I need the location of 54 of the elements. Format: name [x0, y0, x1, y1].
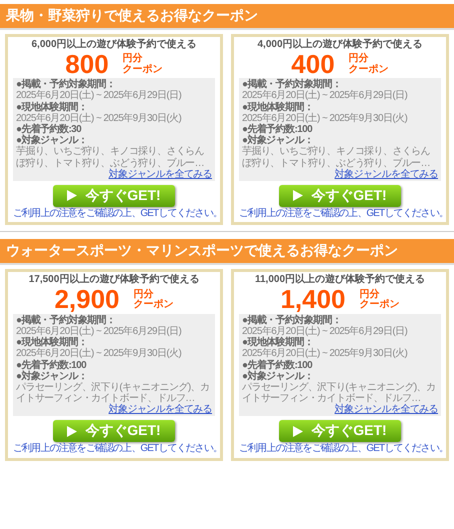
detail-heading: ●対象ジャンル： — [16, 370, 88, 382]
detail-heading: ●先着予約数:100 — [242, 360, 314, 371]
section-header: ウォータースポーツ・マリンスポーツで使えるお得なクーポン — [0, 239, 454, 266]
coupon-condition: 4,000円以上の遊び体験予約で使える — [256, 39, 424, 51]
coupon-condition: 6,000円以上の遊び体験予約で使える — [30, 39, 198, 51]
coupon-unit: クーポン — [134, 300, 174, 311]
section-header: 果物・野菜狩りで使えるお得なクーポン — [0, 4, 454, 30]
all-genres-link[interactable]: 対象ジャンルを全てみる — [108, 404, 212, 416]
detail-heading: ●掲載・予約対象期間： — [242, 79, 342, 90]
usage-note: ご利用上の注意をご確認の上、GETしてください。 — [13, 443, 215, 455]
detail-text: 2025年6月20日(土) ~ 2025年9月30日(火) — [242, 348, 408, 360]
coupon-amount: 400 — [291, 51, 335, 78]
detail-text: 2025年6月20日(土) ~ 2025年6月29日(日) — [242, 326, 408, 337]
detail-text: 2025年6月20日(土) ~ 2025年9月30日(火) — [16, 348, 182, 360]
detail-text: 2025年6月20日(土) ~ 2025年6月29日(日) — [16, 326, 182, 337]
detail-heading: ●掲載・予約対象期間： — [16, 314, 116, 326]
coupon-unit: 円分 — [122, 54, 143, 64]
detail-heading: ●対象ジャンル： — [16, 135, 88, 146]
coupon-unit: 円分 — [360, 290, 380, 300]
detail-text: パラセーリング、沢下り(キャニオニング)、カイトサーフィン・カイトボード、ドルフ… — [242, 382, 436, 404]
detail-text: パラセーリング、沢下り(キャニオニング)、カイトサーフィン・カイトボード、ドルフ… — [16, 382, 210, 404]
coupon-amount: 2,900 — [54, 286, 120, 314]
coupon-amount: 1,400 — [280, 286, 346, 314]
detail-text: 2025年6月20日(土) ~ 2025年9月30日(火) — [16, 112, 182, 124]
all-genres-link[interactable]: 対象ジャンルを全てみる — [108, 168, 212, 180]
detail-heading: ●現地体験期間： — [242, 102, 314, 113]
detail-heading: ●先着予約数:30 — [16, 124, 82, 136]
coupon-unit: クーポン — [348, 64, 389, 76]
coupon-unit: 円分 — [134, 290, 154, 300]
detail-heading: ●現地体験期間： — [16, 337, 88, 348]
detail-text: 芋掘り、いちご狩り、キノコ採り、さくらんぼ狩り、トマト狩り、ぶどう狩り、ブルー… — [242, 146, 432, 169]
detail-heading: ●先着予約数:100 — [16, 360, 88, 371]
detail-heading: ●現地体験期間： — [16, 102, 88, 113]
detail-text: 2025年6月20日(土) ~ 2025年9月30日(火) — [242, 112, 408, 124]
coupon-unit: 円分 — [348, 54, 369, 64]
detail-heading: ●現地体験期間： — [242, 337, 314, 348]
detail-heading: ●対象ジャンル： — [242, 135, 314, 146]
all-genres-link[interactable]: 対象ジャンルを全てみる — [334, 168, 438, 180]
coupon-unit: クーポン — [122, 64, 163, 76]
detail-text: 2025年6月20日(土) ~ 2025年6月29日(日) — [242, 90, 408, 102]
detail-heading: ●先着予約数:100 — [242, 124, 314, 136]
coupon-unit: クーポン — [360, 300, 400, 311]
coupon-amount: 800 — [65, 51, 109, 78]
detail-text: 2025年6月20日(土) ~ 2025年6月29日(日) — [16, 90, 182, 102]
coupon-condition: 17,500円以上の遊び体験予約で使える — [28, 274, 200, 286]
usage-note: ご利用上の注意をご確認の上、GETしてください。 — [239, 208, 441, 220]
detail-text: 芋掘り、いちご狩り、キノコ採り、さくらんぼ狩り、トマト狩り、ぶどう狩り、ブルー… — [16, 146, 206, 169]
usage-note: ご利用上の注意をご確認の上、GETしてください。 — [239, 443, 441, 455]
detail-heading: ●掲載・予約対象期間： — [242, 314, 342, 326]
usage-note: ご利用上の注意をご確認の上、GETしてください。 — [13, 208, 215, 220]
coupon-condition: 11,000円以上の遊び体験予約で使える — [254, 274, 426, 286]
all-genres-link[interactable]: 対象ジャンルを全てみる — [334, 404, 438, 416]
detail-heading: ●掲載・予約対象期間： — [16, 79, 116, 90]
detail-heading: ●対象ジャンル： — [242, 370, 314, 382]
